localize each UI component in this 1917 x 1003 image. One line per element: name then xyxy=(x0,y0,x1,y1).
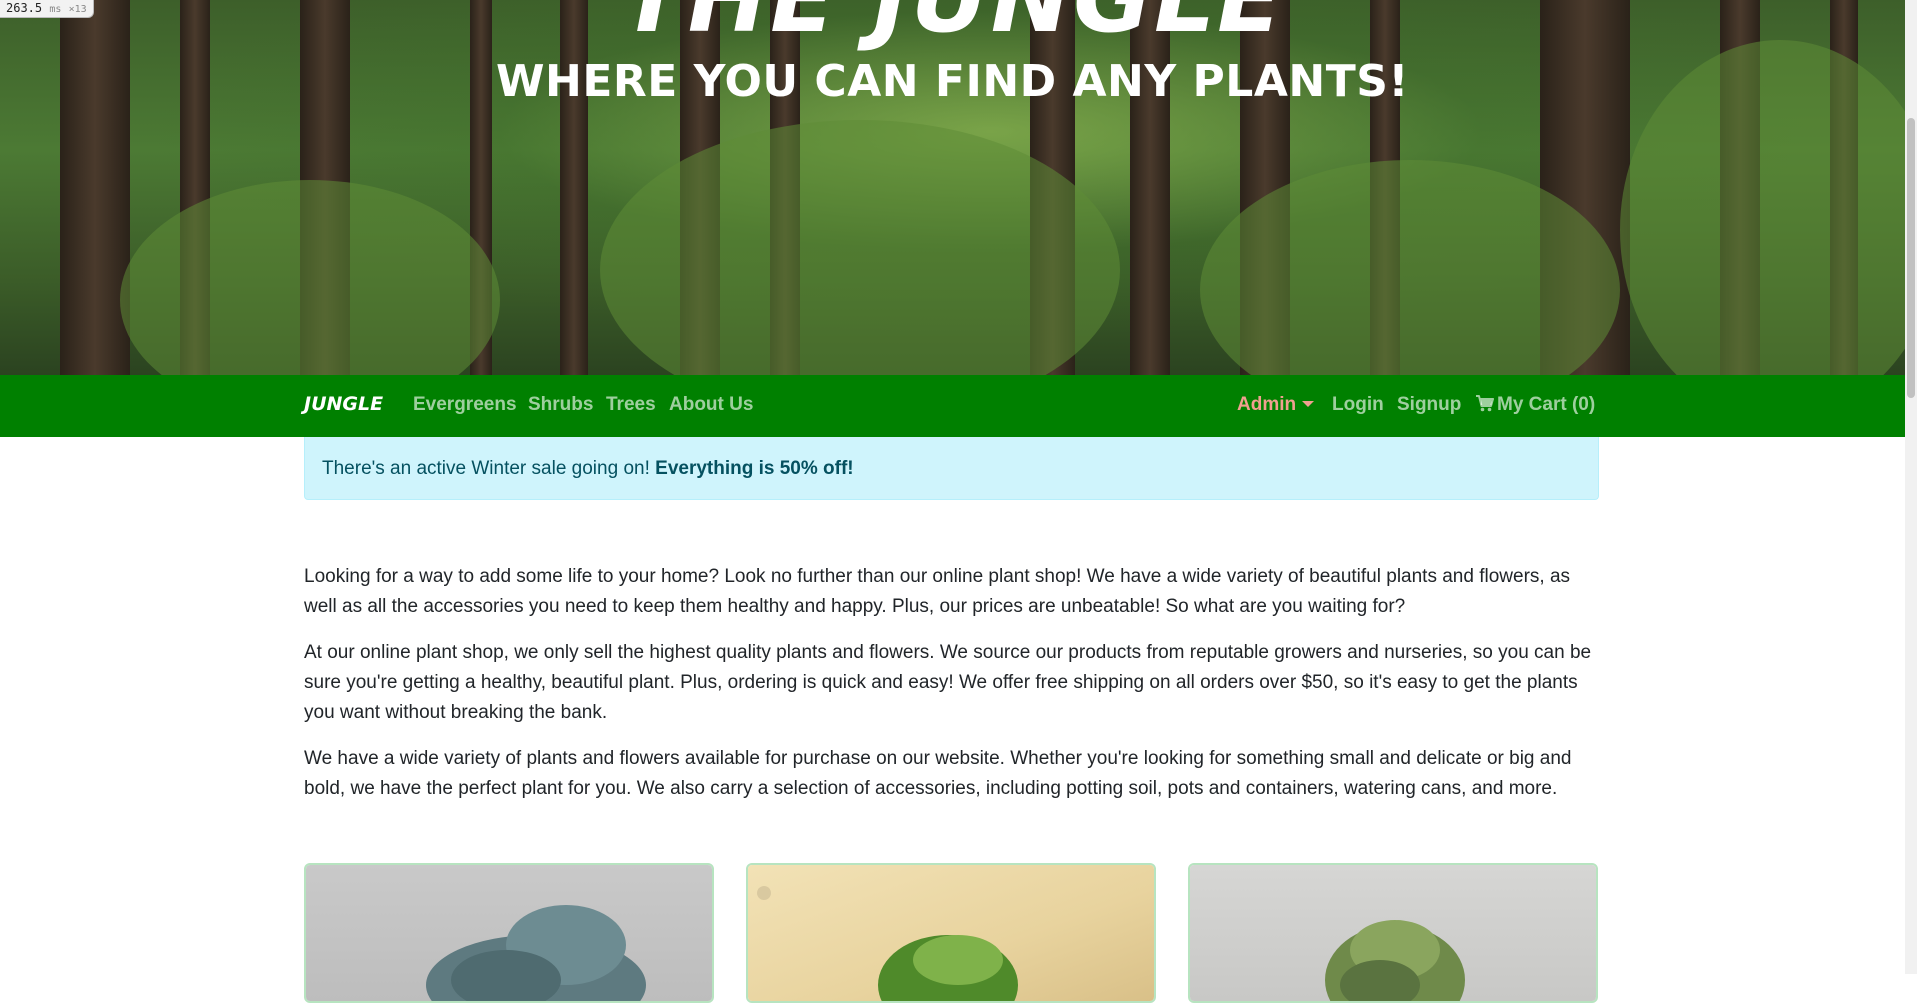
nav-link-login[interactable]: Login xyxy=(1332,394,1384,416)
product-card[interactable] xyxy=(1188,863,1598,1003)
intro-paragraph: We have a wide variety of plants and flo… xyxy=(304,748,1572,799)
brand-link[interactable]: JUNGLE xyxy=(304,393,383,415)
page-scrollbar[interactable] xyxy=(1905,0,1917,974)
shopping-cart-icon xyxy=(1476,395,1494,418)
caret-down-icon xyxy=(1302,401,1315,407)
product-card[interactable] xyxy=(304,863,714,1003)
hero-title: THE JUNGLE xyxy=(0,0,1905,54)
product-card[interactable] xyxy=(746,863,1156,1003)
cart-label: My Cart (0) xyxy=(1497,394,1596,415)
scrollbar-thumb[interactable] xyxy=(1907,118,1915,398)
hero-subtitle: WHERE YOU CAN FIND ANY PLANTS! xyxy=(496,56,1409,107)
admin-label: Admin xyxy=(1237,394,1297,415)
perf-count: ×13 xyxy=(68,4,87,15)
foliage xyxy=(120,180,500,375)
performance-overlay: 263.5 ms ×13 xyxy=(0,0,94,18)
intro-paragraph: Looking for a way to add some life to yo… xyxy=(304,566,1571,617)
sale-alert-emphasis: Everything is 50% off! xyxy=(655,458,854,479)
perf-unit: ms xyxy=(49,4,62,15)
nav-link-signup[interactable]: Signup xyxy=(1397,394,1461,416)
product-image xyxy=(306,865,712,1001)
nav-link-evergreens[interactable]: Evergreens xyxy=(413,394,517,416)
sale-alert-text: There's an active Winter sale going on! xyxy=(322,458,656,479)
nav-link-shrubs[interactable]: Shrubs xyxy=(528,394,593,416)
sale-alert: There's an active Winter sale going on! … xyxy=(304,437,1599,500)
main-navbar: JUNGLE Evergreens Shrubs Trees About Us … xyxy=(0,375,1905,437)
nav-link-trees[interactable]: Trees xyxy=(606,394,656,416)
product-image xyxy=(748,865,1154,1001)
admin-dropdown[interactable]: Admin xyxy=(1237,394,1315,416)
perf-value: 263.5 xyxy=(6,1,43,15)
nav-link-cart[interactable]: My Cart (0) xyxy=(1476,394,1595,418)
nav-link-about-us[interactable]: About Us xyxy=(669,394,753,416)
intro-paragraph: At our online plant shop, we only sell t… xyxy=(304,642,1592,723)
navbar-container: JUNGLE Evergreens Shrubs Trees About Us … xyxy=(304,375,1595,437)
product-image xyxy=(1190,865,1596,1001)
hero-banner: THE JUNGLE WHERE YOU CAN FIND ANY PLANTS… xyxy=(0,0,1905,375)
intro-content: Looking for a way to add some life to yo… xyxy=(304,562,1599,820)
